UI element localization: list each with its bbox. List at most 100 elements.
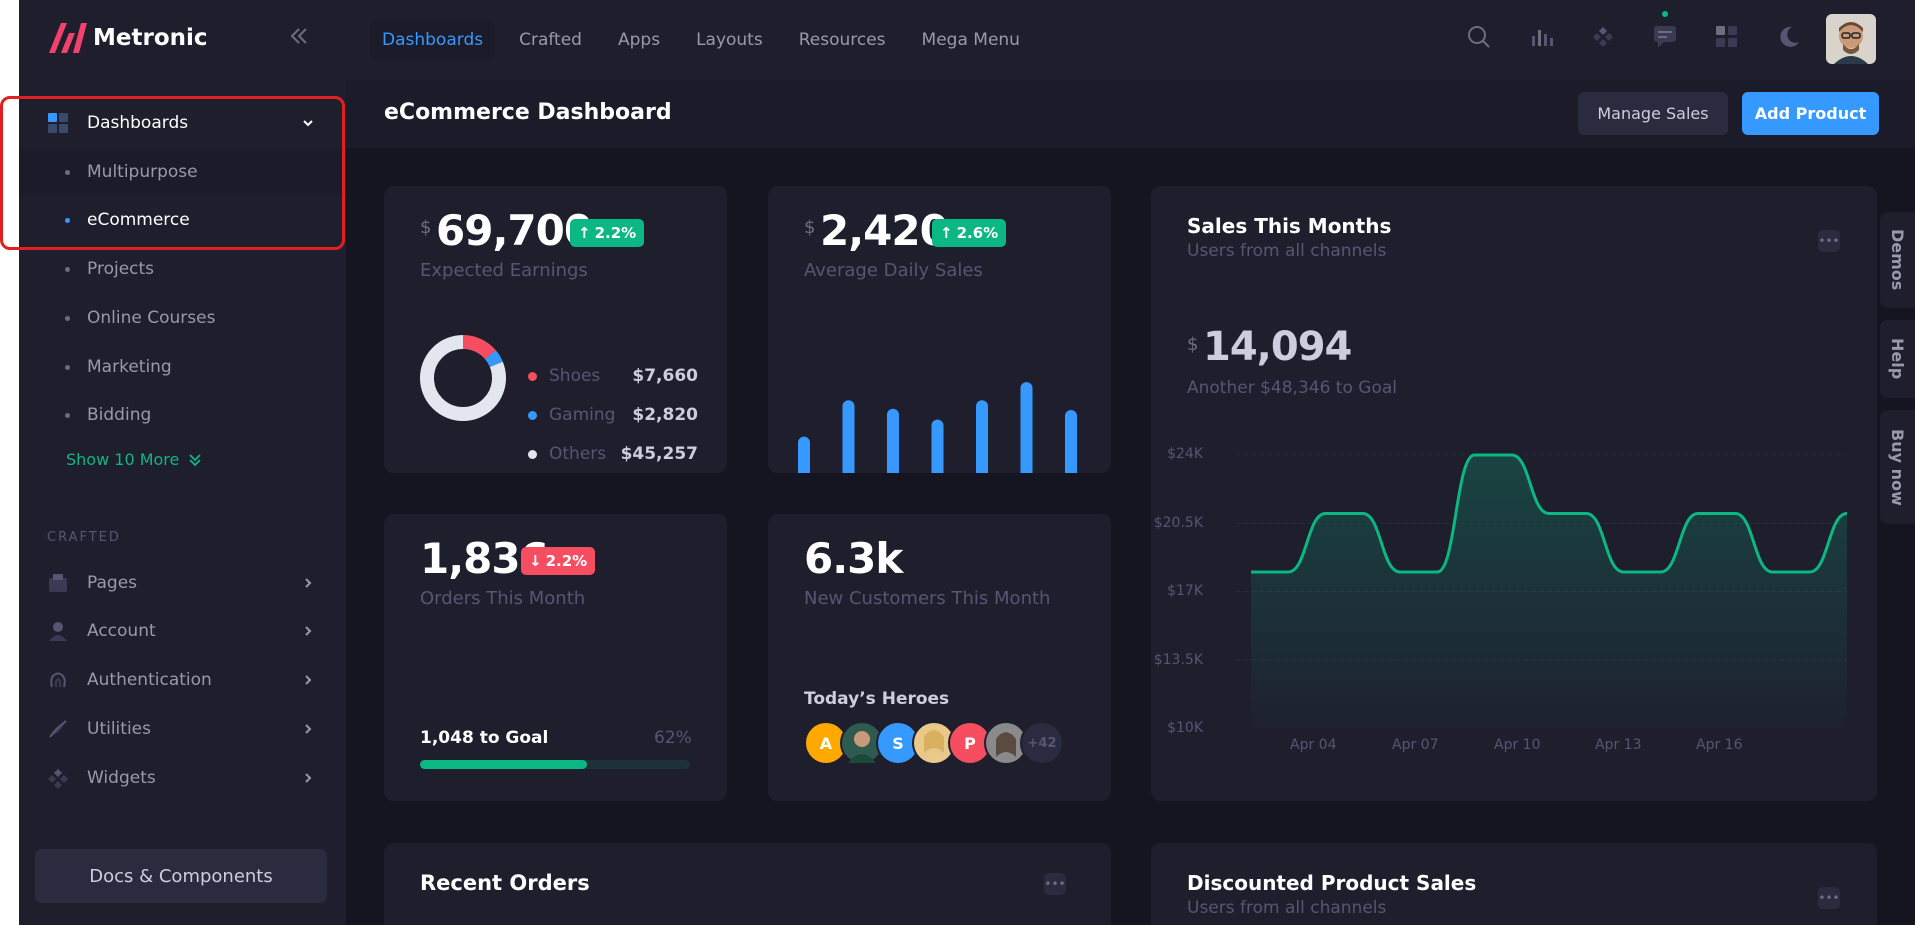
menu-item-layouts[interactable]: Layouts: [684, 20, 775, 60]
brand-name: Metronic: [93, 25, 208, 51]
sales-bar: [1020, 382, 1033, 473]
show-more-link[interactable]: Show 10 More: [66, 450, 203, 469]
sales-bar: [976, 400, 988, 473]
bullet-icon: [65, 217, 70, 223]
sidebar-item-ecommerce[interactable]: eCommerce: [19, 198, 346, 242]
sidebar-item-label: Pages: [87, 573, 138, 593]
sidebar-item-multipurpose[interactable]: Multipurpose: [19, 150, 346, 194]
docs-components-button[interactable]: Docs & Components: [35, 849, 327, 903]
daily-sales-value: 2,420: [820, 206, 949, 255]
recent-orders-title: Recent Orders: [420, 871, 590, 895]
more-options-icon[interactable]: •••: [1818, 230, 1840, 252]
sidebar-item-label: Projects: [87, 259, 155, 279]
sidebar-item-label: eCommerce: [87, 210, 190, 230]
bullet-icon: [65, 169, 70, 175]
metronic-logo-icon: [49, 23, 87, 53]
sales-month-title: Sales This Months: [1187, 214, 1392, 238]
quick-links-icon[interactable]: [1588, 22, 1618, 52]
add-product-button[interactable]: Add Product: [1742, 92, 1879, 135]
sidebar-item-label: Marketing: [87, 357, 172, 377]
page-toolbar: eCommerce Dashboard Manage Sales Add Pro…: [346, 80, 1915, 148]
buy-now-tab[interactable]: Buy now: [1880, 410, 1915, 524]
brush-icon: [49, 720, 67, 738]
sidebar-item-label: Online Courses: [87, 308, 216, 328]
y-tick: $20.5K: [1153, 515, 1203, 531]
help-tab[interactable]: Help: [1880, 320, 1915, 398]
help-tab-label: Help: [1888, 338, 1907, 380]
chevron-right-icon: [305, 675, 312, 685]
sales-month-goal: Another $48,346 to Goal: [1187, 378, 1397, 398]
sales-bar: [887, 408, 899, 473]
legend-name: Gaming: [549, 405, 616, 425]
orders-change-value: 2.2%: [545, 552, 588, 570]
menu-item-apps[interactable]: Apps: [606, 20, 672, 60]
sales-month-value: 14,094: [1203, 324, 1352, 370]
sidebar-item-pages[interactable]: Pages: [19, 561, 346, 605]
demos-tab[interactable]: Demos: [1880, 212, 1915, 308]
sidebar-item-label: Account: [87, 621, 156, 641]
recent-orders-card: Recent Orders •••: [384, 843, 1111, 925]
sidebar-item-bidding[interactable]: Bidding: [19, 393, 346, 437]
sidebar-item-label: Widgets: [87, 768, 156, 788]
area-fill: [1251, 455, 1847, 728]
sales-bar: [798, 436, 810, 473]
daily-sales-change-value: 2.6%: [956, 224, 999, 242]
legend-row-shoes: Shoes $7,660: [528, 364, 698, 388]
sidebar-item-widgets[interactable]: Widgets: [19, 756, 346, 800]
sidebar-item-authentication[interactable]: Authentication: [19, 658, 346, 702]
y-tick: $10K: [1167, 720, 1203, 736]
user-avatar-image: [1826, 14, 1876, 64]
sidebar-item-label: Authentication: [87, 670, 212, 690]
earnings-donut-chart: [420, 335, 506, 421]
bullet-icon: [65, 266, 70, 272]
chat-icon[interactable]: [1650, 10, 1680, 52]
bullet-icon: [65, 364, 70, 370]
more-options-icon[interactable]: •••: [1044, 873, 1066, 895]
manage-sales-button[interactable]: Manage Sales: [1578, 92, 1728, 135]
daily-sales-change-badge: ↑ 2.6%: [932, 219, 1007, 247]
more-options-icon[interactable]: •••: [1818, 887, 1840, 909]
earnings-change-badge: ↑ 2.2%: [570, 219, 645, 247]
daily-sales-bar-chart: [798, 382, 1077, 473]
top-header: Dashboards Crafted Apps Layouts Resource…: [346, 0, 1915, 80]
x-tick: Apr 16: [1696, 737, 1743, 753]
x-tick: Apr 13: [1595, 737, 1642, 753]
sidebar-item-online-courses[interactable]: Online Courses: [19, 296, 346, 340]
user-avatar[interactable]: [1826, 14, 1876, 64]
sales-bar: [842, 400, 855, 473]
menu-item-crafted[interactable]: Crafted: [507, 20, 594, 60]
sidebar-item-account[interactable]: Account: [19, 609, 346, 653]
expected-earnings-card: $ 69,700 ↑ 2.2% Expected Earnings Shoes $…: [384, 186, 727, 473]
discounted-sales-card: Discounted Product Sales Users from all …: [1151, 843, 1877, 925]
hero-more[interactable]: +42: [1020, 721, 1064, 765]
sidebar-item-dashboards[interactable]: Dashboards: [19, 101, 346, 145]
apps-grid-icon[interactable]: [1712, 22, 1742, 52]
legend-dot: [528, 449, 537, 459]
double-chevron-down-icon: [189, 453, 202, 466]
menu-item-resources[interactable]: Resources: [787, 20, 898, 60]
buy-now-tab-label: Buy now: [1888, 428, 1907, 506]
sidebar-item-projects[interactable]: Projects: [19, 247, 346, 291]
brand[interactable]: Metronic: [47, 20, 208, 56]
menu-item-dashboards[interactable]: Dashboards: [370, 20, 496, 60]
double-chevron-left-icon[interactable]: [287, 24, 311, 48]
menu-item-mega-menu[interactable]: Mega Menu: [910, 20, 1032, 60]
x-tick: Apr 04: [1290, 737, 1337, 753]
sidebar-item-label: Bidding: [87, 405, 152, 425]
search-icon[interactable]: [1464, 22, 1494, 52]
activity-chart-icon[interactable]: [1526, 22, 1556, 52]
chevron-right-icon: [305, 724, 312, 734]
currency-symbol: $: [804, 217, 816, 238]
main-menu: Dashboards Crafted Apps Layouts Resource…: [370, 20, 1044, 60]
sidebar-item-utilities[interactable]: Utilities: [19, 707, 346, 751]
sales-bar: [1065, 409, 1077, 473]
sidebar-item-marketing[interactable]: Marketing: [19, 345, 346, 389]
orders-label: Orders This Month: [420, 588, 586, 609]
hero-initial: P: [964, 733, 976, 753]
moon-icon[interactable]: [1774, 22, 1804, 52]
demos-tab-label: Demos: [1888, 229, 1907, 291]
legend-row-gaming: Gaming $2,820: [528, 403, 698, 427]
main-content: $ 69,700 ↑ 2.2% Expected Earnings Shoes $…: [346, 148, 1915, 925]
sidebar-item-label: Multipurpose: [87, 162, 198, 182]
sales-area-chart: [1237, 453, 1847, 728]
